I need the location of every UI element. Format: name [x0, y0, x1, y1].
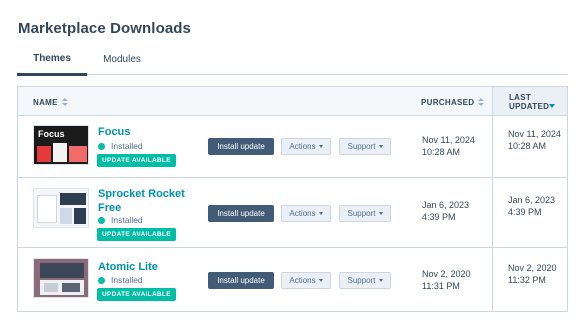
column-header-purchased[interactable]: PURCHASED [421, 98, 485, 107]
thumbnail-block [53, 143, 67, 162]
thumbnail-block [60, 208, 72, 224]
status-dot-icon [98, 142, 105, 150]
last-updated-date: Jan 6, 2023 4:39 PM [508, 195, 556, 217]
tab-themes[interactable]: Themes [17, 44, 87, 76]
actions-dropdown-button[interactable]: Actions [281, 138, 331, 155]
thumbnail-block [37, 195, 57, 223]
support-label: Support [347, 209, 376, 218]
thumbnail-block [44, 283, 58, 292]
install-update-button[interactable]: Install update [208, 205, 274, 222]
thumbnail-logo-text: Focus [38, 129, 65, 139]
actions-label: Actions [289, 209, 316, 218]
status-dot-icon [98, 216, 105, 224]
chevron-down-icon [378, 145, 383, 148]
chevron-down-icon [318, 279, 323, 282]
update-available-badge: UPDATE AVAILABLE [97, 154, 176, 167]
purchased-date: Nov 2, 2020 11:31 PM [422, 269, 471, 291]
sort-icon [61, 98, 68, 107]
purchased-date: Nov 11, 2024 10:28 AM [422, 135, 475, 157]
sort-icon [478, 98, 485, 107]
tab-modules[interactable]: Modules [99, 44, 145, 75]
thumbnail-block [37, 146, 51, 162]
theme-thumbnail[interactable] [33, 258, 89, 298]
support-label: Support [347, 142, 376, 151]
thumbnail-block [60, 193, 86, 205]
theme-thumbnail[interactable]: Focus [33, 125, 89, 165]
update-available-badge: UPDATE AVAILABLE [97, 288, 176, 301]
install-update-button[interactable]: Install update [208, 138, 274, 155]
update-available-badge: UPDATE AVAILABLE [97, 228, 176, 241]
chevron-down-icon [318, 212, 323, 215]
support-label: Support [347, 276, 376, 285]
chevron-down-icon [378, 279, 383, 282]
table-row: Atomic Lite Installed UPDATE AVAILABLE I… [18, 248, 567, 312]
actions-label: Actions [289, 276, 316, 285]
tab-bar: Themes Modules [17, 44, 568, 76]
theme-name-link[interactable]: Atomic Lite [98, 260, 188, 274]
thumbnail-block [40, 263, 84, 278]
thumbnail-block [74, 208, 86, 224]
theme-thumbnail[interactable] [33, 188, 89, 228]
chevron-down-icon [378, 212, 383, 215]
purchased-date: Jan 6, 2023 4:39 PM [422, 200, 470, 222]
table-row: Focus Focus Installed UPDATE AVAILABLE I… [18, 116, 567, 178]
column-header-name[interactable]: NAME [33, 98, 68, 107]
column-header-name-label: NAME [33, 98, 58, 107]
theme-name-link[interactable]: Focus [98, 125, 188, 139]
actions-label: Actions [289, 142, 316, 151]
install-status-label: Installed [111, 275, 143, 285]
chevron-down-icon [318, 145, 323, 148]
support-dropdown-button[interactable]: Support [339, 205, 391, 222]
install-status: Installed [98, 141, 143, 151]
status-dot-icon [98, 276, 105, 284]
last-updated-date: Nov 2, 2020 11:32 PM [508, 263, 557, 285]
theme-name-link[interactable]: Sprocket Rocket Free [98, 187, 188, 215]
actions-dropdown-button[interactable]: Actions [281, 205, 331, 222]
column-header-last-updated-label: LAST UPDATED [509, 93, 550, 111]
last-updated-date: Nov 11, 2024 10:28 AM [508, 129, 561, 151]
column-header-last-updated[interactable]: LAST UPDATED [492, 87, 567, 115]
thumbnail-block [69, 146, 87, 162]
actions-dropdown-button[interactable]: Actions [281, 272, 331, 289]
thumbnail-block [62, 283, 80, 292]
support-dropdown-button[interactable]: Support [339, 138, 391, 155]
install-status: Installed [98, 215, 143, 225]
table-header: NAME PURCHASED LAST UPDATED [18, 87, 567, 116]
support-dropdown-button[interactable]: Support [339, 272, 391, 289]
column-header-purchased-label: PURCHASED [421, 98, 475, 107]
downloads-table: NAME PURCHASED LAST UPDATED Focus Focus … [17, 86, 568, 312]
table-row: Sprocket Rocket Free Installed UPDATE AV… [18, 178, 567, 248]
install-status-label: Installed [111, 141, 143, 151]
install-status: Installed [98, 275, 143, 285]
install-update-button[interactable]: Install update [208, 272, 274, 289]
page-title: Marketplace Downloads [18, 20, 191, 37]
install-status-label: Installed [111, 215, 143, 225]
sort-descending-icon [549, 104, 555, 108]
